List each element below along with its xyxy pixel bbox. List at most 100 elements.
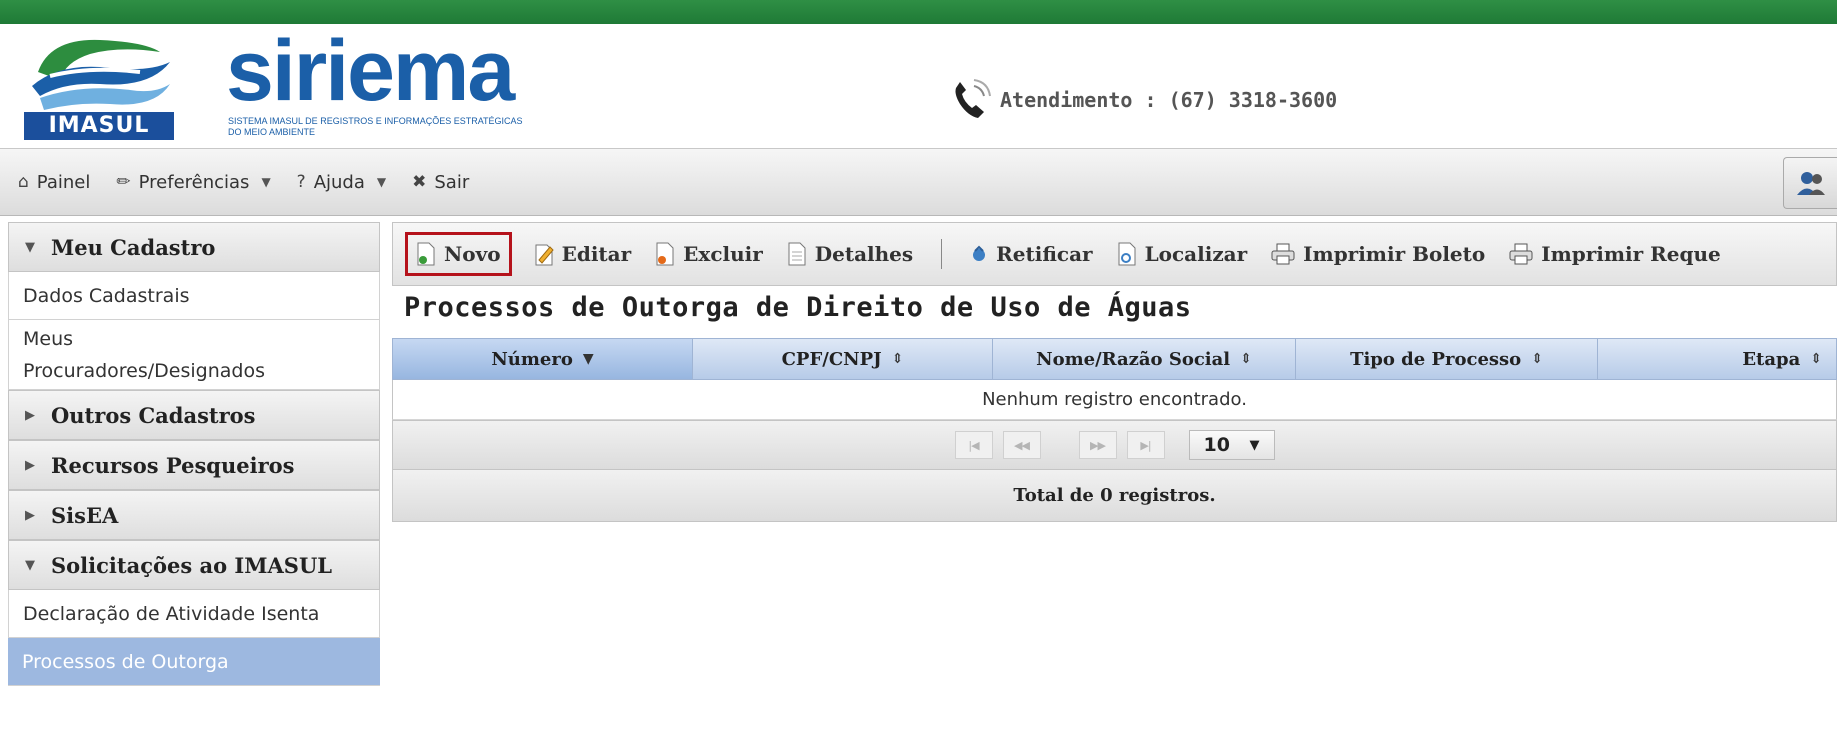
sidebar-section-label: SisEA <box>51 502 119 528</box>
menu-painel-label: Painel <box>36 171 91 193</box>
column-label: Etapa <box>1742 348 1801 370</box>
brand-title: siriema <box>226 23 515 119</box>
menu-sair[interactable]: ✖ Sair <box>412 172 469 193</box>
menu-preferencias[interactable]: ✏ Preferências ▼ <box>116 172 270 193</box>
imasul-wordmark: IMASUL <box>24 112 174 140</box>
search-document-icon <box>1118 242 1136 266</box>
imasul-logo: IMASUL <box>20 32 180 140</box>
column-etapa[interactable]: Etapa ⇕ <box>1598 339 1836 379</box>
column-numero[interactable]: Número ▼ <box>393 339 693 379</box>
sidebar-item-dados-cadastrais[interactable]: Dados Cadastrais <box>8 272 380 320</box>
menu-sair-label: Sair <box>434 171 470 193</box>
table-header: Número ▼ CPF/CNPJ ⇕ Nome/Razão Social ⇕ … <box>392 338 1837 380</box>
menu-ajuda-label: Ajuda <box>313 171 365 193</box>
sidebar-section-label: Solicitações ao IMASUL <box>51 552 333 578</box>
wrench-icon: ✏ <box>116 172 131 192</box>
last-page-button[interactable]: ▶| <box>1126 431 1165 459</box>
sidebar-section-solicitacoes[interactable]: ▼ Solicitações ao IMASUL <box>8 540 380 590</box>
sidebar-section-recursos-pesqueiros[interactable]: ▶ Recursos Pesqueiros <box>8 440 380 490</box>
edit-icon <box>535 244 554 266</box>
total-records: Total de 0 registros. <box>392 470 1837 522</box>
page-title: Processos de Outorga de Direito de Uso d… <box>404 292 1192 323</box>
imasul-emblem-icon <box>32 39 170 110</box>
new-document-icon <box>417 242 435 266</box>
menu-preferencias-label: Preferências <box>138 171 250 193</box>
detalhes-label: Detalhes <box>814 242 914 266</box>
column-label: CPF/CNPJ <box>781 348 882 370</box>
sidebar-item-label: Meus Procuradores/Designados <box>23 327 265 382</box>
header: IMASUL siriema SISTEMA IMASUL DE REGISTR… <box>0 24 1837 148</box>
sidebar-item-declaracao-atividade[interactable]: Declaração de Atividade Isenta <box>8 590 380 638</box>
menu-painel[interactable]: ⌂ Painel <box>18 172 90 193</box>
home-icon: ⌂ <box>18 172 29 192</box>
column-tipo-processo[interactable]: Tipo de Processo ⇕ <box>1296 339 1598 379</box>
detalhes-button[interactable]: Detalhes <box>775 232 925 276</box>
phone-icon <box>955 79 991 118</box>
localizar-button[interactable]: Localizar <box>1105 232 1260 276</box>
column-nome-razao-social[interactable]: Nome/Razão Social ⇕ <box>993 339 1296 379</box>
printer-icon <box>1509 243 1533 265</box>
sidebar-item-label: Processos de Outorga <box>22 650 229 673</box>
sidebar-section-label: Recursos Pesqueiros <box>51 452 295 478</box>
chevron-down-icon: ▼ <box>1249 437 1260 453</box>
column-label: Nome/Razão Social <box>1036 348 1231 370</box>
excluir-label: Excluir <box>683 242 763 266</box>
next-page-button[interactable]: ▶▶ <box>1078 431 1117 459</box>
sort-icon: ⇕ <box>1240 351 1252 367</box>
sidebar-section-label: Outros Cadastros <box>51 402 256 428</box>
empty-message: Nenhum registro encontrado. <box>392 380 1837 420</box>
sort-icon: ⇕ <box>1810 351 1822 367</box>
editar-label: Editar <box>561 242 632 266</box>
retificar-label: Retificar <box>996 242 1093 266</box>
menu-ajuda[interactable]: ? Ajuda ▼ <box>297 172 386 193</box>
sort-desc-icon: ▼ <box>582 351 594 367</box>
imprimir-requerimento-label: Imprimir Reque <box>1541 242 1721 266</box>
contact-text: Atendimento : (67) 3318-3600 <box>1000 88 1338 112</box>
caret-right-icon: ▶ <box>25 407 35 423</box>
contact-info: Atendimento : (67) 3318-3600 <box>948 79 1338 120</box>
retificar-button[interactable]: Retificar <box>958 232 1104 276</box>
sidebar-section-meu-cadastro[interactable]: ▼ Meu Cadastro <box>8 222 380 272</box>
close-icon: ✖ <box>412 172 427 192</box>
sidebar: ▼ Meu Cadastro Dados Cadastrais Meus Pro… <box>8 222 380 744</box>
user-button[interactable] <box>1783 157 1837 209</box>
caret-down-icon: ▼ <box>25 239 35 255</box>
sidebar-item-meus-procuradores[interactable]: Meus Procuradores/Designados <box>8 320 380 390</box>
delete-document-icon <box>656 242 674 266</box>
sidebar-section-outros-cadastros[interactable]: ▶ Outros Cadastros <box>8 390 380 440</box>
first-page-button[interactable]: |◀ <box>954 431 993 459</box>
rows-per-page-select[interactable]: 10 ▼ <box>1188 430 1275 460</box>
toolbar-separator <box>941 239 943 269</box>
imprimir-boleto-button[interactable]: Imprimir Boleto <box>1259 232 1497 276</box>
imprimir-boleto-label: Imprimir Boleto <box>1303 242 1486 266</box>
brand-subtitle: SISTEMA IMASUL DE REGISTROS E INFORMAÇÕE… <box>228 116 523 137</box>
rows-per-page-value: 10 <box>1203 434 1230 456</box>
sidebar-item-processos-outorga[interactable]: Processos de Outorga <box>8 638 380 686</box>
sidebar-section-label: Meu Cadastro <box>51 234 216 260</box>
chevron-down-icon: ▼ <box>376 175 387 189</box>
sort-icon: ⇕ <box>1531 351 1543 367</box>
column-label: Tipo de Processo <box>1350 348 1522 370</box>
column-label: Número <box>491 348 573 370</box>
novo-button[interactable]: Novo <box>405 232 512 276</box>
printer-icon <box>1271 243 1295 265</box>
editar-button[interactable]: Editar <box>522 232 644 276</box>
novo-label: Novo <box>444 242 501 266</box>
toolbar: Novo Editar Excluir Detalhes Retificar L… <box>392 222 1837 286</box>
sidebar-section-sisea[interactable]: ▶ SisEA <box>8 490 380 540</box>
sort-icon: ⇕ <box>891 351 904 367</box>
paginator: |◀ ◀◀ ▶▶ ▶| 10 ▼ <box>392 420 1837 470</box>
rectify-icon <box>973 245 986 261</box>
excluir-button[interactable]: Excluir <box>643 232 775 276</box>
previous-page-button[interactable]: ◀◀ <box>1002 431 1041 459</box>
caret-right-icon: ▶ <box>25 457 35 473</box>
users-icon <box>1796 172 1825 195</box>
top-stripe <box>0 0 1837 24</box>
details-document-icon <box>788 242 806 266</box>
caret-right-icon: ▶ <box>25 507 35 523</box>
column-cpf-cnpj[interactable]: CPF/CNPJ ⇕ <box>693 339 993 379</box>
processes-table: Número ▼ CPF/CNPJ ⇕ Nome/Razão Social ⇕ … <box>392 338 1837 522</box>
imprimir-requerimento-button[interactable]: Imprimir Reque <box>1497 232 1733 276</box>
menubar: ⌂ Painel ✏ Preferências ▼ ? Ajuda ▼ ✖ Sa… <box>0 148 1837 216</box>
localizar-label: Localizar <box>1144 242 1248 266</box>
